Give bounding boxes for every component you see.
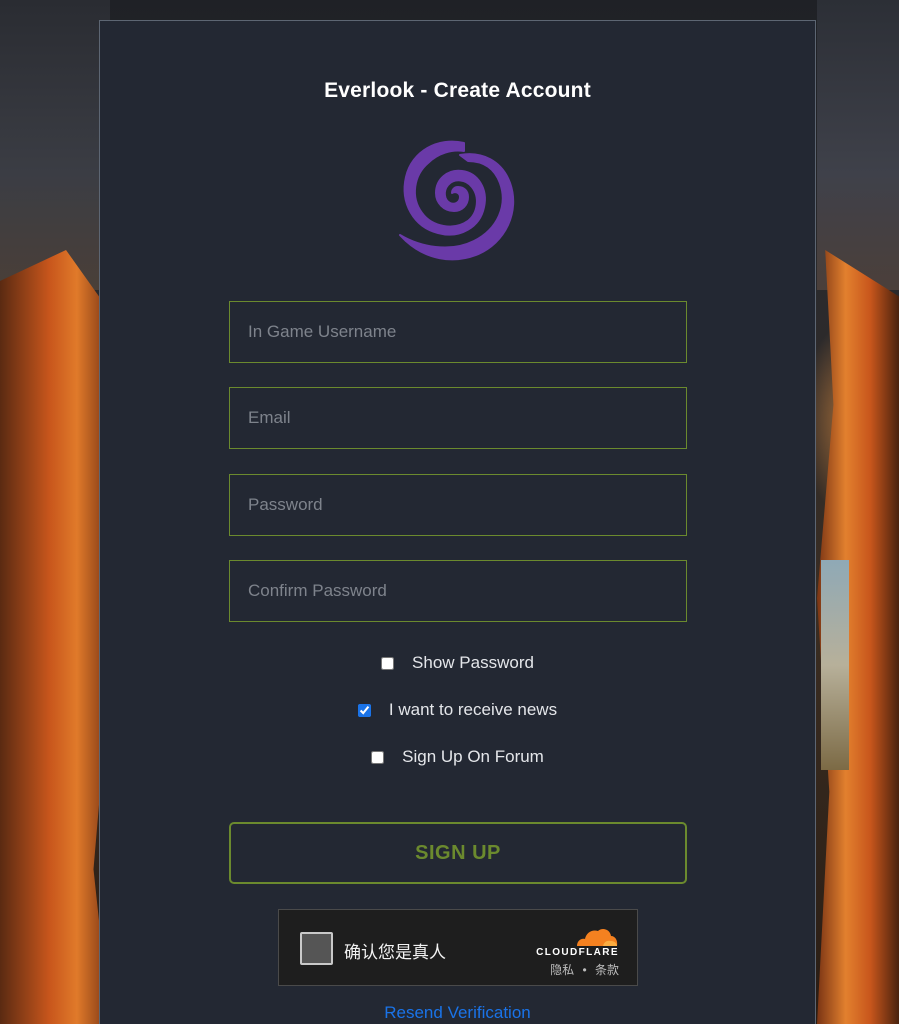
background-rock-dark-left <box>0 0 110 290</box>
terms-link[interactable]: 条款 <box>595 963 619 977</box>
forum-signup-label: Sign Up On Forum <box>402 747 544 766</box>
email-field[interactable] <box>229 387 687 449</box>
privacy-link[interactable]: 隐私 <box>550 963 574 977</box>
page-background: Everlook - Create Account Show Password … <box>0 0 899 1024</box>
captcha-widget: 确认您是真人 CLOUDFLARE 隐私 • 条款 <box>278 909 638 986</box>
show-password-label: Show Password <box>412 653 534 672</box>
links-separator: • <box>582 963 587 977</box>
purple-swirl-logo-icon <box>398 133 528 267</box>
username-field[interactable] <box>229 301 687 363</box>
background-scenery-right <box>821 560 849 770</box>
signup-button[interactable]: SIGN UP <box>229 822 687 884</box>
receive-news-option[interactable]: I want to receive news <box>100 698 815 722</box>
receive-news-checkbox[interactable] <box>357 703 371 717</box>
forum-signup-checkbox[interactable] <box>371 750 385 764</box>
create-account-panel: Everlook - Create Account Show Password … <box>99 20 816 1024</box>
password-field[interactable] <box>229 474 687 536</box>
background-rock-dark-right <box>817 0 899 290</box>
captcha-links: 隐私 • 条款 <box>550 961 619 978</box>
show-password-checkbox[interactable] <box>381 656 395 670</box>
cloudflare-logo: CLOUDFLARE 隐私 • 条款 <box>523 924 619 977</box>
receive-news-label: I want to receive news <box>388 700 558 719</box>
resend-verification-link[interactable]: Resend Verification <box>100 1003 815 1023</box>
show-password-option[interactable]: Show Password <box>100 651 815 675</box>
confirm-password-field[interactable] <box>229 560 687 622</box>
captcha-checkbox[interactable] <box>300 932 333 965</box>
background-rock-left <box>0 250 110 1024</box>
captcha-label: 确认您是真人 <box>344 943 446 962</box>
forum-signup-option[interactable]: Sign Up On Forum <box>100 745 815 769</box>
page-title: Everlook - Create Account <box>324 79 591 102</box>
cloudflare-wordmark: CLOUDFLARE <box>536 947 619 958</box>
cloudflare-cloud-icon <box>577 928 618 946</box>
